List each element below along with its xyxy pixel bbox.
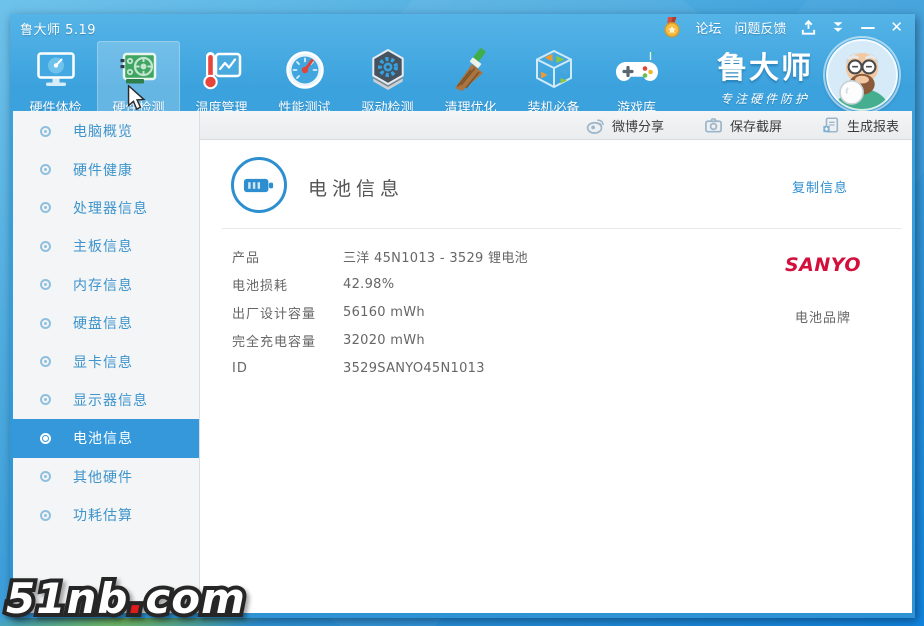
thermometer-icon <box>199 47 245 93</box>
secondary-toolbar: 微博分享 保存截屏 <box>200 111 912 140</box>
info-row-design-capacity: 出厂设计容量 56160 mWh <box>232 298 528 326</box>
generate-report-button[interactable]: 生成报表 <box>822 116 899 135</box>
menu-chevron-icon[interactable] <box>831 20 845 34</box>
main-panel: 微博分享 保存截屏 <box>200 111 912 613</box>
sidebar-item-memory-info[interactable]: 内存信息 <box>13 266 199 304</box>
radio-ring-icon <box>40 279 51 290</box>
weibo-icon <box>586 116 605 135</box>
feedback-link[interactable]: 问题反馈 <box>734 18 786 37</box>
driver-hexagon-icon <box>365 47 411 93</box>
battery-brand-caption: 电池品牌 <box>786 307 860 326</box>
close-button[interactable]: ✕ <box>890 20 903 35</box>
nav-item-temperature[interactable]: 温度管理 <box>180 41 263 121</box>
radio-ring-icon <box>40 126 51 137</box>
mascot-avatar[interactable] <box>825 38 899 112</box>
divider <box>222 228 902 229</box>
radio-ring-icon <box>40 241 51 252</box>
sidebar-item-gpu-info[interactable]: 显卡信息 <box>13 342 199 380</box>
broom-icon <box>448 47 494 93</box>
window-title: 鲁大师 5.19 <box>20 19 96 38</box>
radio-ring-icon <box>40 202 51 213</box>
titlebar[interactable]: 鲁大师 5.19 论坛 问题反馈 <box>10 14 915 40</box>
radio-ring-icon <box>40 471 51 482</box>
radio-ring-icon <box>40 164 51 175</box>
page-title: 电池信息 <box>308 174 404 201</box>
gamepad-icon <box>614 47 660 93</box>
titlebar-controls: 论坛 问题反馈 — ✕ <box>662 14 903 40</box>
save-screenshot-button[interactable]: 保存截屏 <box>704 116 782 135</box>
sidebar-item-cpu-info[interactable]: 处理器信息 <box>13 189 199 227</box>
forum-link[interactable]: 论坛 <box>695 18 721 37</box>
gpu-card-icon <box>116 47 162 93</box>
brand-text: 鲁大师 专注硬件防护 <box>717 43 813 107</box>
info-row-id: ID 3529SANYO45N1013 <box>232 354 528 382</box>
info-row-wear-level: 电池损耗 42.98% <box>232 270 528 298</box>
battery-brand-box: SANYO 电池品牌 <box>786 237 860 326</box>
battery-info-panel: 电池信息 复制信息 产品 三洋 45N1013 - 3529 锂电池 电池损耗 … <box>200 140 912 613</box>
sidebar-item-motherboard-info[interactable]: 主板信息 <box>13 227 199 265</box>
sidebar-item-other-hardware[interactable]: 其他硬件 <box>13 458 199 496</box>
sidebar-item-disk-info[interactable]: 硬盘信息 <box>13 304 199 342</box>
report-icon <box>822 116 840 134</box>
info-row-full-charge-capacity: 完全充电容量 32020 mWh <box>232 326 528 354</box>
sanyo-logo: SANYO <box>786 237 860 293</box>
battery-icon <box>231 157 287 213</box>
nav-item-driver-detect[interactable]: 驱动检测 <box>346 41 429 121</box>
sidebar: 电脑概览 硬件健康 处理器信息 主板信息 内存信息 硬盘信息 显卡信息 显示器信… <box>13 111 200 613</box>
copy-info-link[interactable]: 复制信息 <box>792 177 848 196</box>
app-body: 电脑概览 硬件健康 处理器信息 主板信息 内存信息 硬盘信息 显卡信息 显示器信… <box>13 111 912 613</box>
gauge-icon <box>282 47 328 93</box>
radio-ring-icon <box>40 394 51 405</box>
monitor-radar-icon <box>33 47 79 93</box>
app-window: 鲁大师 5.19 论坛 问题反馈 <box>10 14 915 618</box>
medal-icon[interactable] <box>662 16 682 38</box>
weibo-share-button[interactable]: 微博分享 <box>586 116 664 135</box>
battery-info-rows: 产品 三洋 45N1013 - 3529 锂电池 电池损耗 42.98% 出厂设… <box>232 242 528 382</box>
sidebar-item-display-info[interactable]: 显示器信息 <box>13 381 199 419</box>
sidebar-item-computer-overview[interactable]: 电脑概览 <box>13 112 199 150</box>
nav-item-essentials[interactable]: 装机必备 <box>512 41 595 121</box>
brand-area: 鲁大师 专注硬件防护 <box>717 38 899 112</box>
desktop: 鲁大师 5.19 论坛 问题反馈 <box>0 0 924 626</box>
sidebar-item-hardware-health[interactable]: 硬件健康 <box>13 150 199 188</box>
update-icon[interactable] <box>800 19 817 36</box>
sidebar-item-power-estimate[interactable]: 功耗估算 <box>13 496 199 534</box>
minimize-button[interactable]: — <box>860 20 875 35</box>
nav-item-game-library[interactable]: 游戏库 <box>595 41 678 121</box>
nav-item-hardware-checkup[interactable]: 硬件体检 <box>14 41 97 121</box>
brand-name: 鲁大师 <box>717 43 813 87</box>
brand-slogan: 专注硬件防护 <box>717 90 813 107</box>
radio-ring-icon <box>40 318 51 329</box>
radio-ring-icon <box>40 510 51 521</box>
nav-item-hardware-detect[interactable]: 硬件检测 <box>97 41 180 121</box>
radio-ring-icon <box>40 356 51 367</box>
nav-item-benchmark[interactable]: 性能测试 <box>263 41 346 121</box>
cube-icon <box>531 47 577 93</box>
camera-icon <box>704 116 723 135</box>
radio-ring-icon <box>40 433 51 444</box>
info-row-product: 产品 三洋 45N1013 - 3529 锂电池 <box>232 242 528 270</box>
main-nav: 硬件体检 硬件检测 <box>14 41 678 121</box>
nav-item-cleanup[interactable]: 清理优化 <box>429 41 512 121</box>
sidebar-item-battery-info[interactable]: 电池信息 <box>13 419 199 457</box>
